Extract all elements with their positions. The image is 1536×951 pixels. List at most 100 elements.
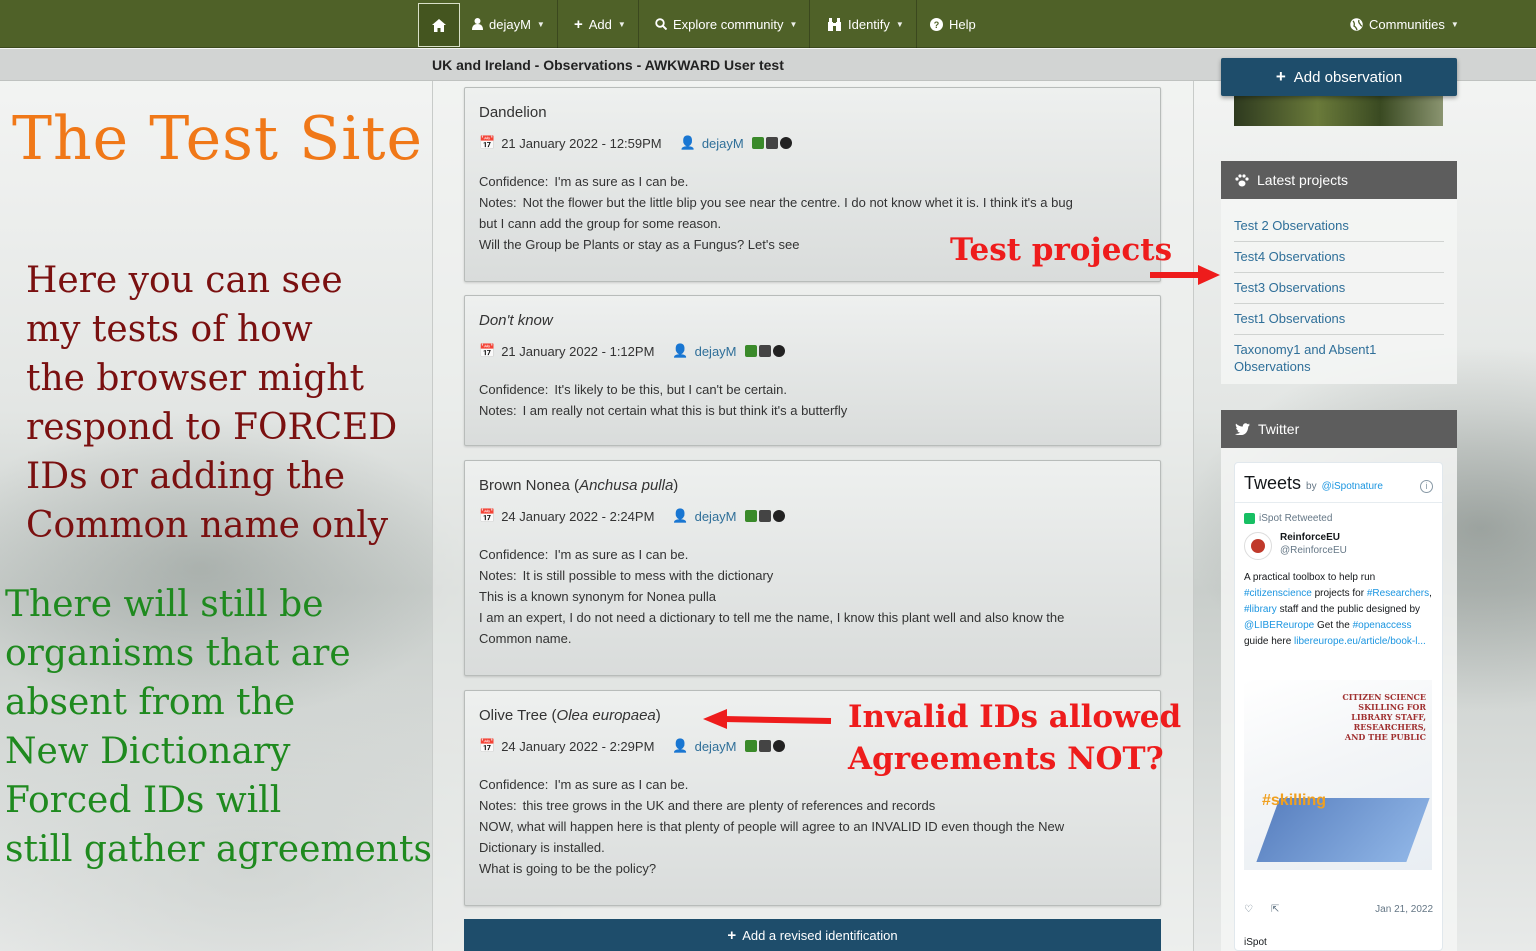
observation-title[interactable]: Dandelion <box>479 104 1146 121</box>
info-icon[interactable]: i <box>1420 479 1433 493</box>
confidence-value: It's likely to be this, but I can't be c… <box>554 382 787 397</box>
observation-user-link[interactable]: dejayM <box>695 509 737 524</box>
url-link[interactable]: libereurope.eu/article/book-l... <box>1294 636 1426 647</box>
latest-projects-list: Test 2 Observations Test4 Observations T… <box>1221 199 1457 384</box>
confidence-label: Confidence: <box>479 777 549 792</box>
animal-badge-icon <box>779 137 792 149</box>
annotation-invalid-line2: Agreements NOT? <box>848 741 1164 777</box>
plant-badge-icon <box>751 137 764 149</box>
notes-line: I am an expert, I do not need a dictiona… <box>479 610 1065 625</box>
tweet-image[interactable]: CITIZEN SCIENCE SKILLING FOR LIBRARY STA… <box>1244 680 1432 870</box>
observation-body: Confidence: It's likely to be this, but I… <box>479 379 1146 421</box>
annotation-line: Common name only <box>26 505 389 546</box>
twitter-bird-icon <box>1235 423 1250 435</box>
annotation-line: New Dictionary <box>5 731 291 772</box>
share-icon[interactable]: ⇱ <box>1271 904 1279 915</box>
home-button[interactable] <box>418 3 460 47</box>
observation-body: Confidence: I'm as sure as I can be. Note… <box>479 774 1146 879</box>
annotation-site-title: The Test Site <box>12 104 423 174</box>
plant-badge-icon <box>744 740 757 752</box>
notes-line: NOW, what will happen here is that plent… <box>479 819 1065 834</box>
annotation-invalid-line1: Invalid IDs allowed <box>848 699 1182 735</box>
observation-meta: 📅 21 January 2022 - 1:12PM 👤 dejayM <box>479 343 1146 359</box>
animal-badge-icon <box>772 510 785 522</box>
notes-line: Not the flower but the little blip you s… <box>522 195 1073 210</box>
chevron-down-icon: ▼ <box>617 19 626 29</box>
observation-card[interactable]: Don't know 📅 21 January 2022 - 1:12PM 👤 … <box>464 295 1161 446</box>
observation-card[interactable]: Brown Nonea (Anchusa pulla) 📅 24 January… <box>464 460 1161 676</box>
confidence-value: I'm as sure as I can be. <box>554 174 689 189</box>
hashtag-link[interactable]: #openaccess <box>1353 620 1412 631</box>
nav-add-label: Add <box>588 16 612 32</box>
add-observation-label: Add observation <box>1293 68 1403 86</box>
observation-date: 24 January 2022 - 2:29PM <box>501 738 655 754</box>
project-link[interactable]: Test1 Observations <box>1234 304 1444 335</box>
notes-line: I am really not certain what this is but… <box>522 403 848 418</box>
hashtag-link[interactable]: #citizenscience <box>1244 588 1312 599</box>
tweet-author[interactable]: ReinforceEU @ReinforceEU <box>1235 524 1442 560</box>
annotation-line: the browser might <box>26 358 364 399</box>
observation-title[interactable]: Don't know <box>479 312 1146 329</box>
notes-label: Notes: <box>479 798 517 813</box>
nav-help-link[interactable]: ? Help <box>918 0 988 48</box>
calendar-icon: 📅 <box>479 508 496 523</box>
heart-icon[interactable]: ♡ <box>1244 904 1253 915</box>
chevron-down-icon: ▼ <box>789 19 798 29</box>
user-badges <box>744 740 785 752</box>
project-link[interactable]: Taxonomy1 and Absent1 Observations <box>1234 335 1444 382</box>
hashtag-link[interactable]: #library <box>1244 604 1277 615</box>
notes-line: Dictionary is installed. <box>479 840 605 855</box>
observation-body: Confidence: I'm as sure as I can be. Note… <box>479 544 1146 649</box>
arrow-left-annotation <box>703 709 832 729</box>
tweet-date[interactable]: Jan 21, 2022 <box>1375 904 1433 915</box>
nav-identify-label: Identify <box>848 16 890 32</box>
observation-user-link[interactable]: dejayM <box>695 739 737 754</box>
annotation-line: Here you can see <box>26 260 343 301</box>
tweets-by: by <box>1306 481 1317 492</box>
observation-meta: 📅 21 January 2022 - 12:59PM 👤 dejayM <box>479 135 1146 151</box>
notes-label: Notes: <box>479 568 517 583</box>
tweet-image-tag: #skilling <box>1262 792 1327 809</box>
user-badges <box>744 345 785 357</box>
avatar[interactable] <box>1244 532 1272 560</box>
animal-badge-icon <box>772 345 785 357</box>
user-badges <box>751 137 792 149</box>
confidence-label: Confidence: <box>479 382 549 397</box>
annotation-line: organisms that are <box>5 633 351 674</box>
notes-line: This is a known synonym for Nonea pulla <box>479 589 717 604</box>
observation-user-link[interactable]: dejayM <box>702 136 744 151</box>
mention-link[interactable]: @LIBEReurope <box>1244 620 1314 631</box>
retweet-label: iSpot Retweeted <box>1235 503 1442 524</box>
nav-add-menu[interactable]: + Add ▼ <box>562 0 639 48</box>
animal-badge-icon <box>772 740 785 752</box>
nav-explore-menu[interactable]: Explore community ▼ <box>643 0 811 48</box>
tweet-text: A practical toolbox to help run #citizen… <box>1244 572 1432 647</box>
latest-projects-title: Latest projects <box>1257 172 1349 188</box>
project-link[interactable]: Test4 Observations <box>1234 242 1444 273</box>
hashtag-link[interactable]: #Researchers <box>1367 588 1429 599</box>
twitter-timeline[interactable]: Tweets by @iSpotnature i iSpot Retweeted… <box>1234 462 1443 951</box>
binoculars-icon <box>828 17 841 31</box>
add-observation-button[interactable]: + Add observation <box>1221 58 1457 96</box>
project-link[interactable]: Test 2 Observations <box>1234 211 1444 242</box>
observation-user-link[interactable]: dejayM <box>695 344 737 359</box>
grid-badge-icon <box>758 740 771 752</box>
calendar-icon: 📅 <box>479 135 496 150</box>
nav-communities-menu[interactable]: Communities ▼ <box>1338 0 1471 48</box>
nav-user-menu[interactable]: dejayM ▼ <box>460 0 558 48</box>
observation-thumbnail[interactable] <box>1234 96 1443 126</box>
twitter-title: Twitter <box>1258 421 1300 437</box>
tweets-title: Tweets <box>1244 473 1302 493</box>
confidence-value: I'm as sure as I can be. <box>554 777 689 792</box>
revise-button-label: Add a revised identification <box>742 927 898 943</box>
annotation-line: Forced IDs will <box>5 780 282 821</box>
project-link[interactable]: Test3 Observations <box>1234 273 1444 304</box>
notes-line: Common name. <box>479 631 572 646</box>
chevron-down-icon: ▼ <box>895 19 904 29</box>
tweets-handle-link[interactable]: @iSpotnature <box>1322 481 1383 492</box>
observation-title[interactable]: Brown Nonea (Anchusa pulla) <box>479 477 1146 494</box>
nav-identify-menu[interactable]: Identify ▼ <box>815 0 917 48</box>
observation-date: 21 January 2022 - 1:12PM <box>501 343 655 359</box>
add-revised-identification-button[interactable]: + Add a revised identification <box>464 919 1161 951</box>
nav-explore-label: Explore community <box>673 16 784 32</box>
